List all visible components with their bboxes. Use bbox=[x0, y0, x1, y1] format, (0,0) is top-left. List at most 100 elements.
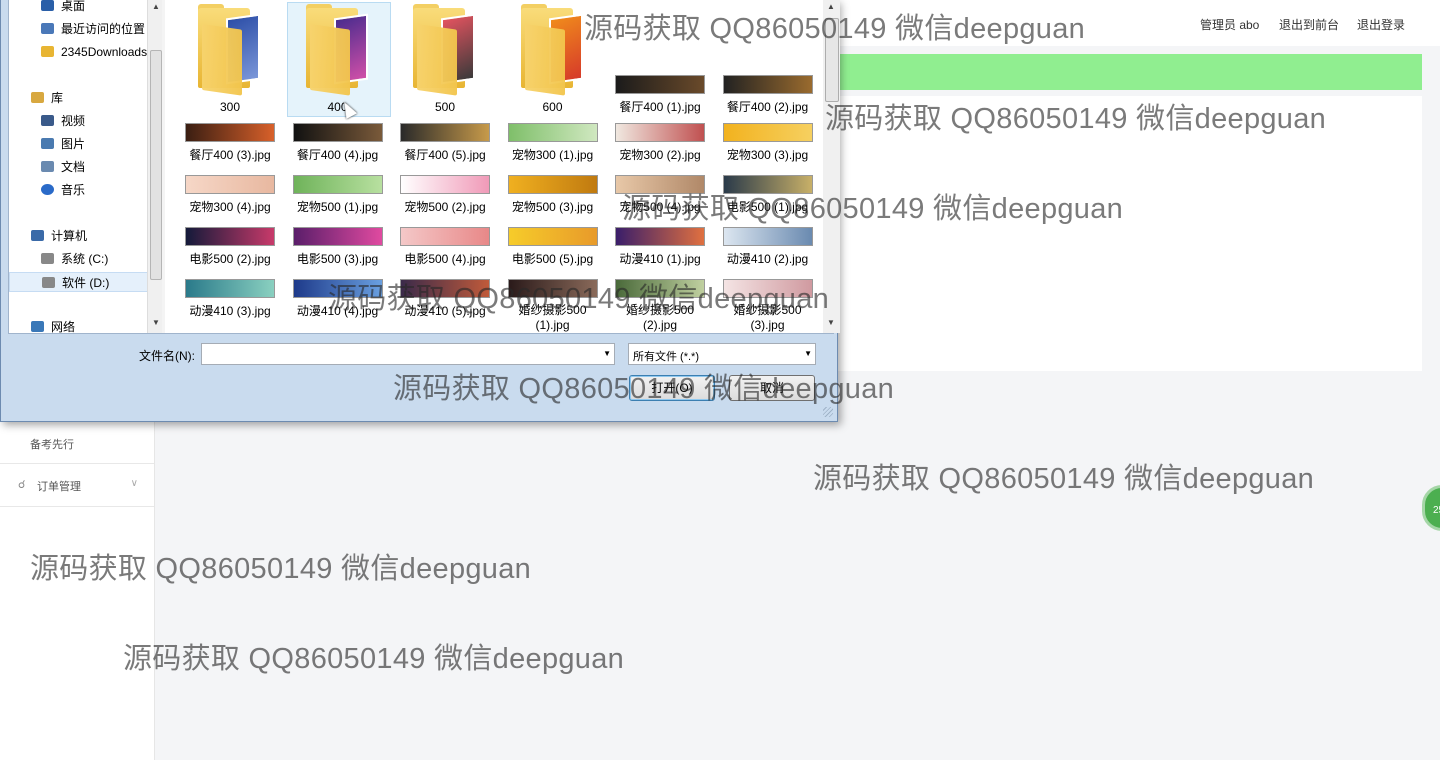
nav-item[interactable]: 库 bbox=[9, 88, 149, 108]
image-thumbnail bbox=[507, 123, 598, 142]
image-file-item[interactable]: 宠物500 (1).jpg bbox=[286, 175, 390, 227]
filetype-select[interactable]: 所有文件 (*.*) ▼ bbox=[628, 343, 816, 365]
folder-item[interactable]: 300 bbox=[178, 0, 282, 118]
dropdown-arrow-icon[interactable]: ▼ bbox=[603, 349, 611, 358]
nav-item[interactable]: 最近访问的位置 bbox=[9, 19, 149, 39]
file-list: 300 400 500 600 餐厅400 (1).jpg 餐厅400 (2).jpg 餐厅… bbox=[165, 0, 823, 333]
image-file-item[interactable]: 宠物500 (4).jpg bbox=[608, 175, 712, 227]
image-file-item[interactable]: 宠物300 (1).jpg bbox=[501, 123, 605, 175]
nav-item-label: 图片 bbox=[61, 137, 86, 151]
nav-item[interactable]: 视频 bbox=[9, 111, 149, 131]
file-name-label: 电影500 (1).jpg bbox=[726, 200, 809, 214]
image-file-item[interactable]: 宠物300 (2).jpg bbox=[608, 123, 712, 175]
image-file-item[interactable]: 电影500 (2).jpg bbox=[178, 227, 282, 279]
scroll-down-icon[interactable]: ▼ bbox=[152, 318, 160, 327]
navigation-pane: 桌面最近访问的位置 2345Downloads 库视频图片文档音乐计算机系统 (C:… bbox=[9, 0, 154, 334]
file-name-label: 电影500 (5).jpg bbox=[511, 252, 594, 266]
image-thumbnail bbox=[722, 75, 813, 94]
image-thumbnail bbox=[507, 227, 598, 246]
nav-item-label: 网络 bbox=[51, 320, 76, 334]
image-thumbnail bbox=[722, 175, 813, 194]
file-name-label: 动漫410 (2).jpg bbox=[726, 252, 809, 266]
file-name-label: 婚纱摄影500 (3).jpg bbox=[733, 303, 802, 332]
file-name-label: 宠物300 (2).jpg bbox=[619, 148, 701, 162]
image-file-item[interactable]: 婚纱摄影500 (2).jpg bbox=[608, 279, 712, 332]
nav-item-label: 系统 (C:) bbox=[61, 252, 109, 266]
nav-item[interactable]: 软件 (D:) bbox=[9, 272, 149, 292]
file-list-scrollbar[interactable]: ▲ ▼ bbox=[823, 0, 840, 333]
nav-scroll-thumb[interactable] bbox=[150, 50, 162, 280]
image-file-item[interactable]: 餐厅400 (1).jpg bbox=[608, 75, 712, 127]
image-file-item[interactable]: 动漫410 (5).jpg bbox=[393, 279, 497, 331]
nav-item[interactable]: 系统 (C:) bbox=[9, 249, 149, 269]
image-file-item[interactable]: 餐厅400 (4).jpg bbox=[286, 123, 390, 175]
image-file-item[interactable]: 婚纱摄影500 (1).jpg bbox=[501, 279, 605, 332]
image-file-item[interactable]: 餐厅400 (3).jpg bbox=[178, 123, 282, 175]
dialog-body: 桌面最近访问的位置 2345Downloads 库视频图片文档音乐计算机系统 (C:… bbox=[8, 0, 840, 334]
nav-item[interactable]: 文档 bbox=[9, 157, 149, 177]
image-thumbnail bbox=[292, 123, 383, 142]
image-thumbnail bbox=[292, 227, 383, 246]
image-file-item[interactable]: 动漫410 (4).jpg bbox=[286, 279, 390, 331]
image-thumbnail bbox=[400, 279, 490, 298]
image-file-item[interactable]: 餐厅400 (2).jpg bbox=[716, 75, 820, 127]
resize-grip[interactable] bbox=[823, 407, 833, 417]
image-file-item[interactable]: 电影500 (1).jpg bbox=[716, 175, 820, 227]
image-file-item[interactable]: 动漫410 (3).jpg bbox=[178, 279, 282, 331]
image-file-item[interactable]: 婚纱摄影500 (3).jpg bbox=[716, 279, 820, 332]
admin-header: 管理员 abo 退出到前台 退出登录 bbox=[838, 0, 1440, 46]
front-link[interactable]: 退出到前台 bbox=[1279, 16, 1339, 33]
image-file-item[interactable]: 电影500 (3).jpg bbox=[286, 227, 390, 279]
scroll-up-icon[interactable]: ▲ bbox=[152, 2, 160, 11]
image-thumbnail bbox=[722, 227, 813, 246]
image-file-item[interactable]: 电影500 (4).jpg bbox=[393, 227, 497, 279]
nav-item[interactable]: 桌面 bbox=[9, 0, 149, 16]
filename-input[interactable]: ▼ bbox=[201, 343, 615, 365]
nav-item[interactable]: 图片 bbox=[9, 134, 149, 154]
file-name-label: 宠物500 (4).jpg bbox=[619, 200, 701, 214]
image-thumbnail bbox=[185, 175, 275, 194]
nav-item[interactable]: 网络 bbox=[9, 317, 149, 337]
file-name-label: 电影500 (2).jpg bbox=[189, 252, 271, 266]
folder-icon bbox=[41, 46, 54, 57]
file-name-label: 宠物300 (1).jpg bbox=[511, 148, 594, 162]
image-thumbnail bbox=[292, 279, 383, 298]
image-file-item[interactable]: 宠物500 (2).jpg bbox=[393, 175, 497, 227]
file-name-label: 动漫410 (1).jpg bbox=[619, 252, 701, 266]
file-scroll-thumb[interactable] bbox=[825, 18, 839, 102]
nav-scrollbar[interactable]: ▲ ▼ bbox=[147, 0, 163, 333]
file-name-label: 婚纱摄影500 (1).jpg bbox=[518, 303, 587, 332]
image-file-item[interactable]: 电影500 (5).jpg bbox=[501, 227, 605, 279]
open-button[interactable]: 打开(O) bbox=[629, 375, 715, 401]
image-file-item[interactable]: 宠物300 (4).jpg bbox=[178, 175, 282, 227]
sidebar-item-partial[interactable]: 备考先行 bbox=[0, 436, 154, 452]
image-file-item[interactable]: 宠物300 (3).jpg bbox=[716, 123, 820, 175]
filename-label: 文件名(N): bbox=[139, 349, 195, 363]
sidebar-item-label: 备考先行 bbox=[30, 439, 74, 451]
nav-item[interactable]: 音乐 bbox=[9, 180, 149, 200]
nav-item[interactable]: 计算机 bbox=[9, 226, 149, 246]
folder-item[interactable]: 600 bbox=[501, 0, 605, 118]
sidebar-divider bbox=[0, 463, 154, 464]
scroll-down-icon[interactable]: ▼ bbox=[827, 318, 835, 327]
image-thumbnail bbox=[615, 123, 705, 142]
nav-item[interactable]: 2345Downloads bbox=[9, 42, 149, 62]
folder-item[interactable]: 500 bbox=[393, 0, 497, 118]
nav-item-label: 文档 bbox=[61, 160, 86, 174]
image-thumbnail bbox=[400, 175, 490, 194]
image-file-item[interactable]: 动漫410 (1).jpg bbox=[608, 227, 712, 279]
scroll-up-icon[interactable]: ▲ bbox=[827, 2, 835, 11]
file-name-label: 电影500 (4).jpg bbox=[404, 252, 486, 266]
cancel-button[interactable]: 取消 bbox=[729, 375, 815, 401]
image-file-item[interactable]: 餐厅400 (5).jpg bbox=[393, 123, 497, 175]
folder-item[interactable]: 400 bbox=[286, 0, 390, 118]
file-name-label: 宠物500 (1).jpg bbox=[296, 200, 379, 214]
dropdown-arrow-icon[interactable]: ▼ bbox=[804, 349, 812, 358]
computer-icon bbox=[31, 230, 44, 241]
folder-icon bbox=[198, 4, 270, 96]
image-file-item[interactable]: 宠物500 (3).jpg bbox=[501, 175, 605, 227]
logout-link[interactable]: 退出登录 bbox=[1357, 16, 1405, 33]
image-file-item[interactable]: 动漫410 (2).jpg bbox=[716, 227, 820, 279]
nav-item-label: 2345Downloads bbox=[61, 45, 148, 59]
sidebar-item-orders[interactable]: ☌ 订单管理 ∨ bbox=[0, 478, 154, 494]
